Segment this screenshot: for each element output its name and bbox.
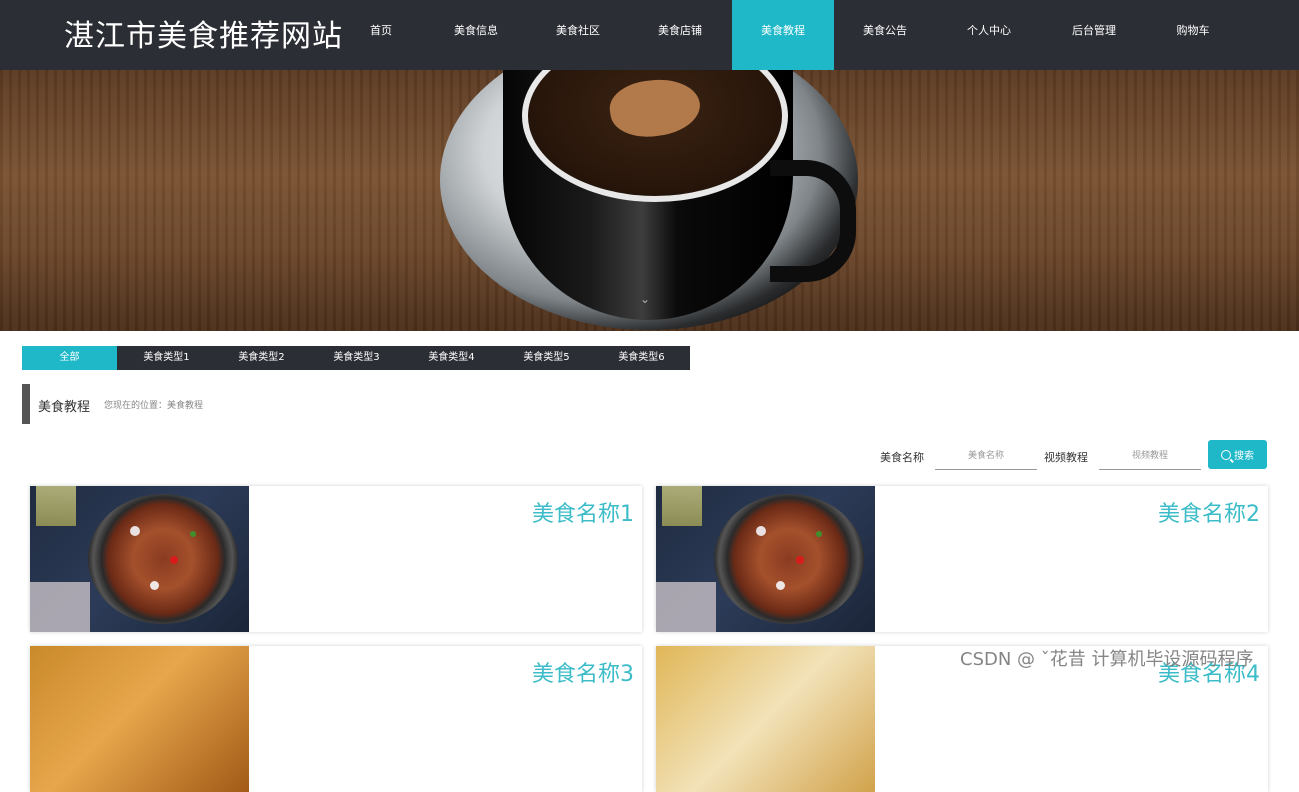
nav-item-home[interactable]: 首页 (330, 0, 432, 70)
scallion-piece (190, 531, 196, 537)
nav-item-food-shops[interactable]: 美食店铺 (629, 0, 731, 70)
category-tab-type6[interactable]: 美食类型6 (594, 346, 689, 370)
search-button-label: 搜索 (1234, 451, 1254, 462)
category-tab-all[interactable]: 全部 (22, 346, 117, 370)
food-card[interactable]: 美食名称2 (656, 486, 1268, 632)
food-name[interactable]: 美食名称3 (532, 656, 634, 688)
braised-dish-image (88, 494, 238, 624)
section-accent-bar (22, 384, 30, 424)
category-tab-type5[interactable]: 美食类型5 (499, 346, 594, 370)
food-card[interactable]: 美食名称3 (30, 646, 642, 792)
nav-item-food-tutorials[interactable]: 美食教程 (732, 0, 834, 70)
food-thumbnail[interactable] (656, 486, 875, 632)
nav-item-food-info[interactable]: 美食信息 (425, 0, 527, 70)
food-name-label: 美食名称 (880, 451, 924, 464)
chili-piece (170, 556, 178, 564)
nav-item-admin[interactable]: 后台管理 (1043, 0, 1145, 70)
section-title: 美食教程 (38, 400, 91, 415)
garlic-piece (756, 526, 766, 536)
food-thumbnail[interactable] (656, 646, 875, 792)
cup-handle-image (770, 160, 856, 282)
food-thumbnail[interactable] (30, 646, 249, 792)
breadcrumb: 您现在的位置：美食教程 (104, 401, 204, 411)
food-name[interactable]: 美食名称2 (1158, 496, 1260, 528)
food-name[interactable]: 美食名称1 (532, 496, 634, 528)
video-tutorial-label: 视频教程 (1044, 451, 1088, 464)
food-thumbnail[interactable] (30, 486, 249, 632)
garlic-piece (130, 526, 140, 536)
chevron-down-icon[interactable]: ⌄ (640, 292, 650, 306)
search-icon (1221, 450, 1231, 460)
drink-glass-image (662, 486, 702, 526)
garlic-piece (150, 581, 159, 590)
napkin-image (30, 582, 90, 632)
top-header: 湛江市美食推荐网站 首页 美食信息 美食社区 美食店铺 美食教程 美食公告 个人… (0, 0, 1299, 70)
scallion-piece (816, 531, 822, 537)
category-tab-type1[interactable]: 美食类型1 (119, 346, 214, 370)
chili-piece (796, 556, 804, 564)
nav-item-food-community[interactable]: 美食社区 (527, 0, 629, 70)
category-tab-type4[interactable]: 美食类型4 (404, 346, 499, 370)
food-name-input[interactable] (935, 443, 1037, 470)
food-card[interactable]: 美食名称1 (30, 486, 642, 632)
site-title[interactable]: 湛江市美食推荐网站 (64, 11, 343, 55)
category-tab-type2[interactable]: 美食类型2 (214, 346, 309, 370)
hero-banner[interactable]: ⌄ (0, 70, 1299, 331)
search-button[interactable]: 搜索 (1208, 440, 1267, 469)
nav-item-food-notices[interactable]: 美食公告 (834, 0, 936, 70)
napkin-image (656, 582, 716, 632)
category-tab-type3[interactable]: 美食类型3 (309, 346, 404, 370)
nav-item-cart[interactable]: 购物车 (1142, 0, 1244, 70)
category-tabs: 全部 美食类型1 美食类型2 美食类型3 美食类型4 美食类型5 美食类型6 (22, 346, 690, 370)
drink-glass-image (36, 486, 76, 526)
garlic-piece (776, 581, 785, 590)
video-tutorial-input[interactable] (1099, 443, 1201, 470)
csdn-watermark: CSDN @ ˇ花昔 计算机毕设源码程序 (960, 649, 1254, 670)
nav-item-personal-center[interactable]: 个人中心 (938, 0, 1040, 70)
braised-dish-image (714, 494, 864, 624)
